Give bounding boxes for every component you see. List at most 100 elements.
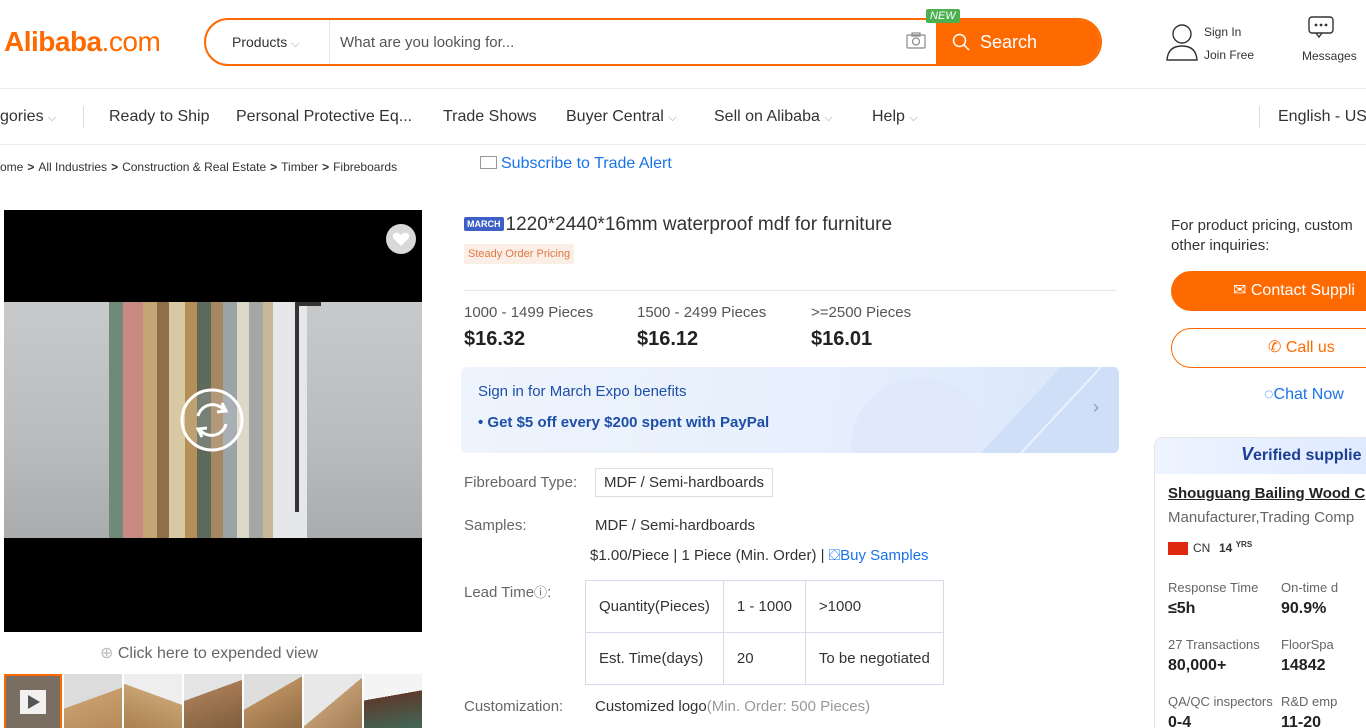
nav-ppe[interactable]: Personal Protective Eq... [236,108,412,126]
user-account[interactable]: Sign In Join Free [1165,22,1275,66]
breadcrumb-construction[interactable]: Construction & Real Estate [122,160,266,174]
country-code: CN [1193,541,1211,555]
stat-label: 27 Transactions [1168,637,1260,652]
logo-domain: .com [101,26,161,57]
tier-price: $16.12 [637,328,699,350]
stat-value: ≤5h [1168,600,1196,617]
price-tier: >=2500 Pieces $16.01 [811,304,911,351]
steady-pricing-badge: Steady Order Pricing [464,244,575,264]
product-video[interactable] [4,210,422,632]
thumbnail-image[interactable] [304,674,362,728]
expo-promo-banner[interactable]: Sign in for March Expo benefits • Get $5… [461,367,1119,453]
breadcrumb-all-industries[interactable]: All Industries [38,160,107,174]
messages-button[interactable]: Messages [1302,16,1366,66]
call-us-button[interactable]: ✆ Call us [1171,328,1366,368]
chat-now-link[interactable]: ◌Chat Now [1264,386,1344,404]
contact-supplier-button[interactable]: ✉ Contact Suppli [1171,271,1366,311]
contact-supplier-label: Contact Suppli [1250,282,1355,299]
expand-view-label: Click here to expended view [117,645,318,662]
supplier-type: Manufacturer,Trading Comp [1168,509,1355,526]
rotate-360-icon[interactable] [178,386,246,454]
heart-icon [392,232,410,246]
table-cell: 1 - 1000 [722,580,806,633]
nav-sell-on-alibaba[interactable]: Sell on Alibaba ⌵ [714,108,833,126]
thumbnail-image[interactable] [244,674,302,728]
verified-text: erified supplie [1253,447,1362,464]
thumbnail-video[interactable] [4,674,62,728]
chevron-down-icon: ⌵ [668,112,677,124]
customization-value: Customized logo(Min. Order: 500 Pieces) [595,698,870,715]
years-unit: YRS [1235,540,1253,549]
nav-divider [0,144,1366,145]
table-cell: 20 [722,632,806,685]
price-tier: 1500 - 2499 Pieces $16.12 [637,304,766,351]
logo-brand: Alibaba [4,26,102,57]
subscribe-trade-alert[interactable]: Subscribe to Trade Alert [480,155,672,173]
product-title: MARCH 1220*2440*16mm waterproof mdf for f… [464,214,892,236]
breadcrumb-fibreboards[interactable]: Fibreboards [333,160,397,174]
verified-v: V [1241,444,1254,464]
march-badge: MARCH [464,217,504,231]
lead-time-label: Lead Timeⓘ: [464,584,552,601]
chevron-down-icon: ⌵ [909,112,918,124]
title-divider [464,290,1116,291]
expand-view-link[interactable]: ⊕ Click here to expended view [100,643,318,663]
nav-help[interactable]: Help ⌵ [872,108,918,126]
search-button-label: Search [980,32,1038,52]
messages-label: Messages [1302,49,1357,63]
nav-sell-label: Sell on Alibaba [714,108,820,125]
camera-icon[interactable] [906,32,926,49]
verified-supplier-label: Verified supplie [1241,444,1361,465]
sign-in-link[interactable]: Sign In [1204,25,1241,39]
favorite-button[interactable] [386,224,416,254]
join-free-link[interactable]: Join Free [1204,48,1254,62]
search-category-label: Products [232,34,288,50]
buy-samples-link[interactable]: ⛋Buy Samples [829,547,929,564]
nav-ready-to-ship[interactable]: Ready to Ship [109,108,210,126]
inquiry-prompt: For product pricing, custom other inquir… [1171,217,1353,254]
thumbnail-image[interactable] [184,674,242,728]
nav-separator [1259,106,1260,128]
search-input[interactable] [340,29,890,55]
samples-price: $1.00/Piece | 1 Piece (Min. Order) | ⛋Bu… [590,547,929,564]
nav-buyer-central-label: Buyer Central [566,108,664,125]
banner-decoration [851,367,1119,453]
thumbnail-image[interactable] [124,674,182,728]
breadcrumb-timber[interactable]: Timber [281,160,318,174]
header-divider [0,88,1366,89]
stat-label: QA/QC inspectors [1168,694,1273,709]
samples-value: MDF / Semi-hardboards [595,517,756,534]
supplier-name-link[interactable]: Shouguang Bailing Wood C [1168,485,1365,502]
table-cell: >1000 [804,580,944,633]
tier-quantity: 1000 - 1499 Pieces [464,304,594,321]
tier-price: $16.32 [464,328,526,350]
product-title-text: 1220*2440*16mm waterproof mdf for furnit… [505,214,893,235]
nav-help-label: Help [872,108,905,125]
supplier-card: Verified supplie Shouguang Bailing Wood … [1154,437,1366,728]
fibreboard-type-option[interactable]: MDF / Semi-hardboards [595,468,774,497]
nav-trade-shows[interactable]: Trade Shows [443,108,537,126]
stat-label: FloorSpa [1281,637,1334,652]
tier-quantity: 1500 - 2499 Pieces [637,304,767,321]
lead-time-table: Quantity(Pieces) 1 - 1000 >1000 Est. Tim… [585,580,944,685]
price-tier: 1000 - 1499 Pieces $16.32 [464,304,593,351]
chevron-down-icon: ⌵ [824,112,833,124]
samples-label: Samples: [464,517,527,534]
table-cell: Quantity(Pieces) [585,580,724,633]
help-icon[interactable]: ⓘ [534,585,547,600]
nav-buyer-central[interactable]: Buyer Central ⌵ [566,108,677,126]
breadcrumb: ome > All Industries > Construction & Real E… [0,160,398,174]
table-cell: Est. Time(days) [585,632,724,685]
promo-paypal-text: • Get $5 off every $200 spent with PayPa… [478,414,770,431]
customization-option: Customized logo [595,698,707,715]
thumbnail-image[interactable] [64,674,122,728]
search-button[interactable]: Search [936,20,1100,64]
nav-categories[interactable]: gories ⌵ [0,108,56,126]
play-icon [20,690,46,714]
breadcrumb-home[interactable]: ome [0,160,23,174]
alibaba-logo[interactable]: Alibaba.com [4,26,161,58]
chevron-right-icon: › [1093,397,1099,417]
search-category-select[interactable]: Products ⌵ [206,20,330,64]
language-selector[interactable]: English - USI [1278,108,1366,126]
thumbnail-image[interactable] [364,674,422,728]
